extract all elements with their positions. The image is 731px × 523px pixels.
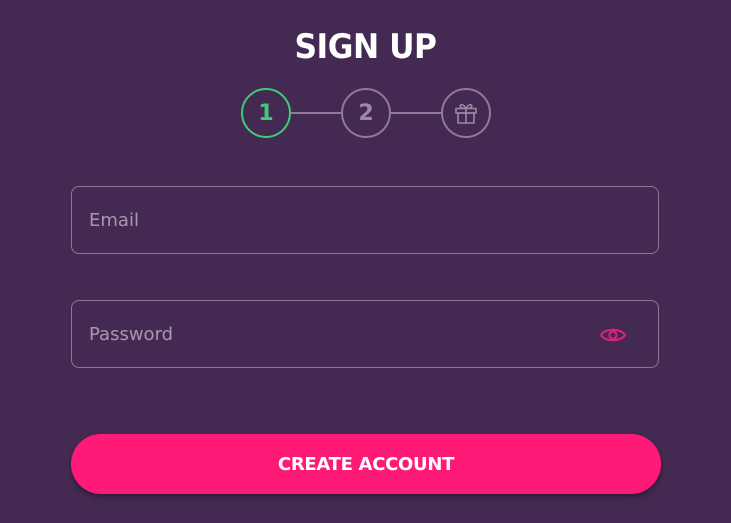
password-field[interactable] [72,301,658,367]
email-field[interactable] [72,187,658,253]
step-2-indicator: 2 [341,88,391,138]
eye-icon[interactable] [599,324,627,346]
password-field-container [71,300,659,368]
step-3-indicator [441,88,491,138]
gift-icon [455,103,477,124]
step-1-indicator: 1 [241,88,291,138]
create-account-label: CREATE ACCOUNT [277,453,455,475]
step-2-label: 2 [358,100,374,126]
signup-stepper: 1 2 [241,88,492,138]
create-account-button[interactable]: CREATE ACCOUNT [71,434,661,494]
step-connector [390,112,442,114]
page-title: SIGN UP [294,27,437,67]
step-1-label: 1 [258,100,274,126]
email-field-container [71,186,659,254]
step-connector [290,112,342,114]
